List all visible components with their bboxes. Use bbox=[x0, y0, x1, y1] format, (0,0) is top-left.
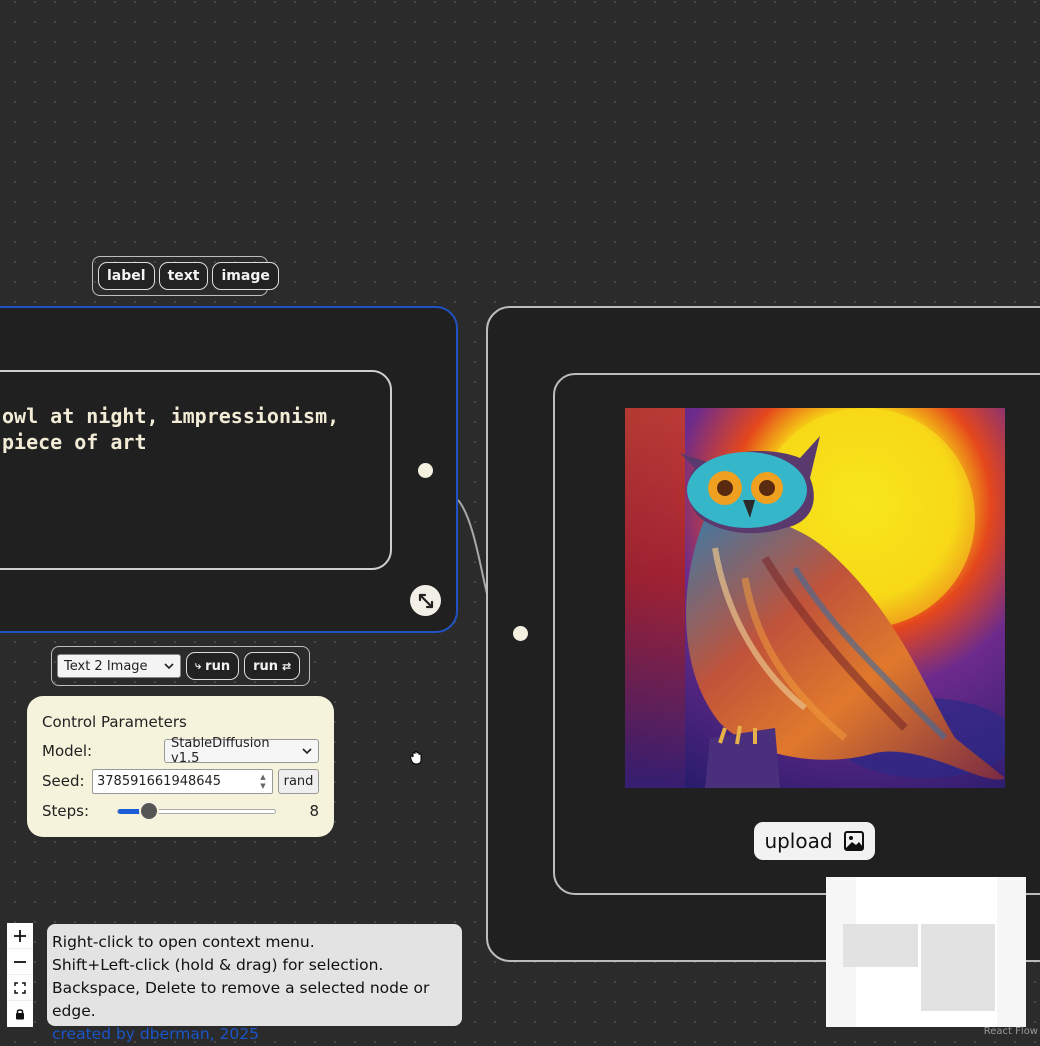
run-button[interactable]: ⤷ run bbox=[186, 652, 240, 680]
text-node-output-handle[interactable] bbox=[418, 463, 433, 478]
text-button[interactable]: text bbox=[158, 262, 209, 290]
chevron-down-icon bbox=[302, 747, 312, 754]
expand-icon bbox=[418, 593, 433, 608]
spin-down-icon: ▼ bbox=[260, 781, 266, 790]
run-repeat-button[interactable]: run ⇄ bbox=[244, 652, 301, 680]
rand-button[interactable]: rand bbox=[278, 769, 319, 794]
control-parameters-panel: Control Parameters Model: StableDiffusio… bbox=[27, 696, 334, 837]
lock-button[interactable] bbox=[7, 1001, 33, 1027]
return-arrow-icon: ⤷ bbox=[195, 659, 202, 672]
seed-spinner[interactable]: ▲ ▼ bbox=[257, 772, 269, 791]
lock-icon bbox=[16, 1009, 24, 1020]
zoom-in-button[interactable] bbox=[7, 923, 33, 949]
panel-title: Control Parameters bbox=[42, 713, 187, 731]
mode-select[interactable]: Text 2 Image bbox=[57, 654, 181, 678]
minimap-viewport bbox=[843, 877, 997, 1027]
generated-owl-image bbox=[625, 408, 1005, 788]
minimap[interactable] bbox=[826, 877, 1026, 1027]
prompt-textarea[interactable] bbox=[0, 370, 392, 570]
mode-select-value: Text 2 Image bbox=[64, 658, 148, 674]
steps-label: Steps: bbox=[42, 802, 90, 820]
model-select[interactable]: StableDiffusion v1.5 bbox=[164, 736, 319, 766]
image-icon bbox=[843, 831, 864, 851]
model-select-value: StableDiffusion v1.5 bbox=[171, 736, 270, 766]
help-line-context-menu: Right-click to open context menu. bbox=[52, 933, 315, 951]
prompt-text[interactable]: owl at night, impressionism, piece of ar… bbox=[2, 403, 382, 455]
minus-icon bbox=[14, 960, 26, 963]
seed-value: 378591661948645 bbox=[97, 774, 222, 789]
flow-controls bbox=[7, 923, 33, 1027]
run-label: run bbox=[205, 658, 231, 674]
model-label: Model: bbox=[42, 742, 93, 760]
seed-label: Seed: bbox=[42, 772, 85, 790]
upload-label: upload bbox=[764, 829, 833, 853]
fit-view-icon bbox=[14, 981, 26, 994]
upload-button[interactable]: upload bbox=[754, 822, 875, 860]
fit-view-button[interactable] bbox=[7, 975, 33, 1001]
seed-input[interactable]: 378591661948645 ▲ ▼ bbox=[92, 769, 273, 794]
label-button[interactable]: label bbox=[98, 262, 155, 290]
run-repeat-label: run bbox=[253, 658, 279, 674]
zoom-out-button[interactable] bbox=[7, 949, 33, 975]
hand-grab-icon bbox=[410, 751, 422, 765]
plus-icon bbox=[14, 929, 26, 942]
resize-button[interactable] bbox=[410, 585, 441, 616]
credit-link[interactable]: created by dberman, 2025 bbox=[52, 1023, 457, 1046]
chevron-down-icon bbox=[164, 662, 174, 669]
swap-arrows-icon: ⇄ bbox=[282, 659, 292, 673]
help-panel: Right-click to open context menu. Shift+… bbox=[47, 924, 462, 1043]
help-line-delete: Backspace, Delete to remove a selected n… bbox=[52, 979, 430, 1020]
steps-slider-thumb[interactable] bbox=[138, 801, 159, 821]
image-node-input-handle[interactable] bbox=[513, 626, 528, 641]
node-type-toolbar: label text image bbox=[92, 256, 279, 296]
image-button[interactable]: image bbox=[212, 262, 279, 290]
run-toolbar: Text 2 Image ⤷ run run ⇄ bbox=[51, 646, 310, 686]
react-flow-attribution[interactable]: React Flow bbox=[984, 1026, 1038, 1037]
steps-value: 8 bbox=[309, 802, 319, 820]
help-line-selection: Shift+Left-click (hold & drag) for selec… bbox=[52, 956, 384, 974]
spin-up-icon: ▲ bbox=[260, 772, 266, 781]
